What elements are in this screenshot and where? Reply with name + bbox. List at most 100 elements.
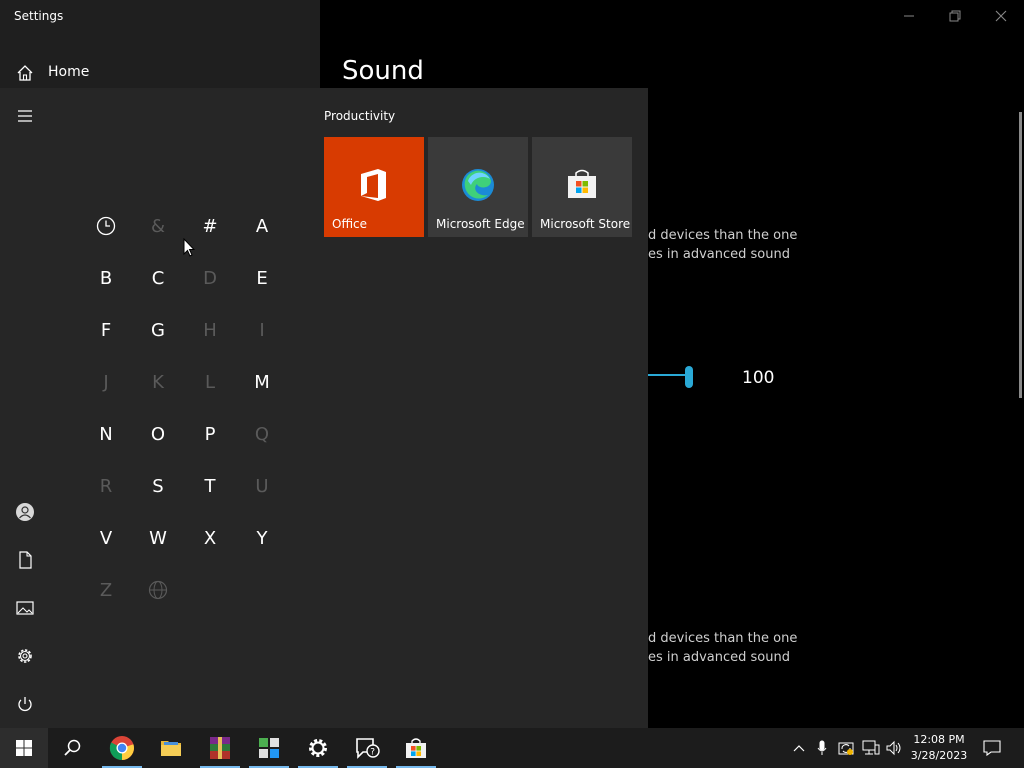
page-title: Sound: [342, 56, 424, 86]
volume-tray-button[interactable]: [884, 728, 906, 768]
letter-l: L: [204, 371, 216, 393]
clock-time: 12:08 PM: [913, 733, 965, 746]
sound-text-top-line2: es in advanced sound: [648, 247, 790, 262]
edge-icon: [428, 167, 528, 203]
office-icon: [324, 167, 424, 203]
svg-text:?: ?: [370, 748, 375, 758]
action-center-button[interactable]: [980, 728, 1004, 768]
sync-status-icon: [838, 742, 854, 755]
nav-home-label: Home: [48, 64, 90, 80]
search-icon: [64, 739, 81, 756]
volume-slider-thumb[interactable]: [685, 366, 693, 388]
sound-text-top: d devices than the one es in advanced so…: [648, 226, 797, 264]
minimize-icon: [904, 15, 914, 17]
letter-b[interactable]: B: [86, 258, 126, 298]
letter-q: Q: [254, 423, 270, 445]
tile-group-title: Productivity: [324, 109, 396, 123]
folder-icon: [161, 741, 181, 756]
letter-ampersand: &: [150, 215, 166, 237]
tile-microsoft-store[interactable]: Microsoft Store: [532, 137, 632, 237]
gear-icon: [309, 739, 327, 757]
letter-w[interactable]: W: [138, 518, 178, 558]
notification-icon: [983, 740, 1001, 756]
store-taskbar-button[interactable]: [392, 728, 440, 768]
user-account-icon: [16, 503, 34, 521]
show-hidden-icons-button[interactable]: [788, 728, 810, 768]
settings-button[interactable]: [0, 636, 50, 676]
letter-u: U: [255, 475, 269, 497]
letter-c[interactable]: C: [138, 258, 178, 298]
feedback-hub-button[interactable]: ?: [343, 728, 391, 768]
letter-d: D: [203, 267, 217, 289]
clock-icon: [96, 216, 116, 236]
letter-hash[interactable]: #: [190, 206, 230, 246]
power-icon: [18, 697, 32, 712]
taskbar-clock[interactable]: 12:08 PM 3/28/2023: [904, 732, 974, 764]
letter-recent[interactable]: [86, 206, 126, 246]
restore-icon: [949, 10, 961, 22]
tile-microsoft-store-label: Microsoft Store: [540, 217, 631, 231]
store-icon: [532, 167, 632, 201]
letter-z: Z: [99, 579, 113, 601]
user-account-button[interactable]: [0, 492, 50, 532]
documents-button[interactable]: [0, 540, 50, 580]
letter-f[interactable]: F: [86, 310, 126, 350]
restore-button[interactable]: [932, 0, 978, 32]
close-button[interactable]: [978, 0, 1024, 32]
chrome-button[interactable]: [98, 728, 146, 768]
settings-scrollbar[interactable]: [1019, 112, 1022, 398]
sound-text-bottom-line1: d devices than the one: [648, 631, 798, 646]
app-grid-button[interactable]: [245, 728, 293, 768]
close-icon: [995, 10, 1007, 22]
letter-p[interactable]: P: [190, 414, 230, 454]
sound-text-bottom-line2: es in advanced sound: [648, 650, 790, 665]
letter-other-languages: [138, 570, 178, 610]
tile-office[interactable]: Office: [324, 137, 424, 237]
pictures-button[interactable]: [0, 588, 50, 628]
letter-a[interactable]: A: [242, 206, 282, 246]
letter-g[interactable]: G: [138, 310, 178, 350]
tile-office-label: Office: [332, 217, 368, 231]
letter-j: J: [103, 371, 109, 393]
letter-e[interactable]: E: [242, 258, 282, 298]
letter-x[interactable]: X: [190, 518, 230, 558]
store-icon: [406, 738, 426, 758]
expand-menu-button[interactable]: [0, 96, 50, 136]
letter-k: K: [152, 371, 164, 393]
feedback-icon: ?: [356, 738, 380, 759]
tile-microsoft-edge[interactable]: Microsoft Edge: [428, 137, 528, 237]
windows-logo-icon: [16, 740, 32, 756]
sound-text-top-line1: d devices than the one: [648, 228, 798, 243]
letter-m[interactable]: M: [242, 362, 282, 402]
network-icon: [862, 740, 880, 755]
file-explorer-button[interactable]: [147, 728, 195, 768]
letter-r: R: [99, 475, 113, 497]
letter-h: H: [203, 319, 217, 341]
minimize-button[interactable]: [886, 0, 932, 32]
volume-slider-track[interactable]: [648, 374, 688, 376]
letter-o[interactable]: O: [138, 414, 178, 454]
letter-n[interactable]: N: [86, 414, 126, 454]
update-tray-button[interactable]: [836, 728, 856, 768]
winrar-icon: [210, 737, 230, 759]
start-button[interactable]: [0, 728, 48, 768]
pictures-icon: [16, 601, 34, 615]
sound-text-bottom: d devices than the one es in advanced so…: [648, 629, 797, 667]
globe-icon: [148, 580, 168, 600]
letter-s[interactable]: S: [138, 466, 178, 506]
letter-i: I: [259, 319, 265, 341]
search-button[interactable]: [48, 728, 96, 768]
microphone-tray-button[interactable]: [812, 728, 832, 768]
hamburger-menu-icon: [18, 110, 32, 122]
nav-home[interactable]: Home: [0, 56, 320, 90]
letter-y[interactable]: Y: [242, 518, 282, 558]
power-button[interactable]: [0, 684, 50, 724]
network-tray-button[interactable]: [860, 728, 882, 768]
mouse-pointer-icon: [183, 237, 196, 257]
letter-v[interactable]: V: [86, 518, 126, 558]
winrar-button[interactable]: [196, 728, 244, 768]
settings-taskbar-button[interactable]: [294, 728, 342, 768]
tile-microsoft-edge-label: Microsoft Edge: [436, 217, 525, 231]
letter-t[interactable]: T: [190, 466, 230, 506]
speaker-icon: [886, 740, 901, 756]
